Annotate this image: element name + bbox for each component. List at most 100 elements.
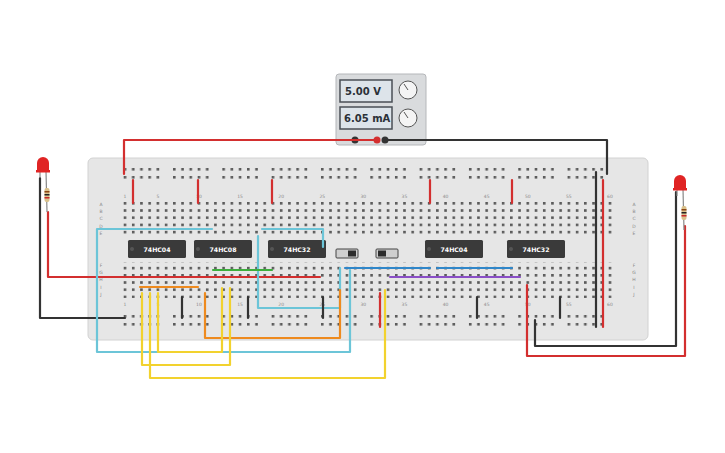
row-letter: J [99, 292, 101, 297]
row-letter: H [99, 277, 102, 282]
resistor-icon[interactable] [682, 206, 687, 220]
row-letter: I [633, 285, 634, 290]
wire[interactable] [429, 180, 431, 203]
column-number: 35 [402, 194, 408, 199]
row-letter: C [99, 216, 102, 221]
current-reading: 6.05 mA [344, 113, 391, 124]
slide-switch[interactable] [336, 249, 358, 258]
column-number: 40 [443, 194, 449, 199]
current-knob-icon[interactable] [399, 109, 417, 127]
wire[interactable] [271, 180, 273, 203]
wire[interactable] [535, 192, 676, 346]
logic-chip[interactable]: 74HC04 [128, 240, 186, 258]
column-number: 55 [566, 194, 572, 199]
column-number: 60 [607, 194, 613, 199]
column-number: 30 [361, 302, 367, 307]
resistor-icon[interactable] [45, 188, 50, 202]
row-letter: B [632, 209, 635, 214]
row-letter: G [99, 270, 103, 275]
column-number: 1 [124, 194, 127, 199]
logic-chip[interactable]: 74HC08 [194, 240, 252, 258]
voltage-reading: 5.00 V [345, 86, 381, 97]
row-letter: A [632, 202, 636, 207]
wire[interactable] [48, 212, 320, 277]
wire[interactable] [437, 267, 512, 269]
wire[interactable] [345, 267, 430, 269]
wire[interactable] [205, 290, 340, 338]
row-letter: E [633, 231, 636, 236]
column-number: 50 [525, 194, 531, 199]
column-number: 1 [124, 302, 127, 307]
chip-label: 74HC32 [523, 246, 550, 253]
column-number: 20 [278, 302, 284, 307]
top-hole-grid [121, 201, 615, 237]
switch-slider[interactable] [378, 251, 386, 257]
column-number: 25 [319, 194, 325, 199]
wire[interactable] [559, 297, 561, 318]
bottom-rail-holes [121, 315, 615, 326]
wire[interactable] [158, 288, 222, 352]
slide-switch[interactable] [376, 249, 398, 258]
wire[interactable] [140, 286, 198, 288]
column-number: 45 [484, 302, 490, 307]
row-letter: J [632, 292, 634, 297]
column-number: 15 [237, 194, 243, 199]
wire[interactable] [247, 297, 249, 318]
column-number: 60 [607, 302, 613, 307]
logic-chip[interactable]: 74HC32 [268, 240, 326, 258]
column-number: 30 [361, 194, 367, 199]
row-letter: E [100, 231, 103, 236]
led[interactable] [36, 157, 50, 212]
wire[interactable] [150, 290, 385, 378]
wire[interactable] [40, 178, 125, 318]
wire[interactable] [322, 297, 324, 318]
wire[interactable] [527, 226, 685, 356]
chip-label: 74HC04 [441, 246, 469, 253]
wire[interactable] [97, 229, 350, 352]
wire[interactable] [385, 140, 607, 174]
row-letter: B [99, 209, 102, 214]
current-display [340, 107, 392, 129]
column-number: 15 [237, 302, 243, 307]
row-letter: H [632, 277, 635, 282]
power-supply[interactable]: 5.00 V 6.05 mA [336, 74, 426, 145]
wire[interactable] [262, 229, 323, 247]
voltage-display [340, 80, 392, 102]
column-number: 5 [156, 194, 159, 199]
logic-chip[interactable]: 74HC32 [507, 240, 565, 258]
led-dome-icon[interactable] [37, 157, 49, 171]
wire[interactable] [379, 293, 381, 327]
wire[interactable] [181, 297, 183, 318]
logic-chip[interactable]: 74HC04 [425, 240, 483, 258]
column-number: 20 [278, 194, 284, 199]
wire[interactable] [595, 172, 597, 327]
bottom-hole-grid [121, 262, 615, 298]
breadboard: 1510152025303540455055601510152025303540… [88, 158, 648, 340]
row-letter: G [632, 270, 636, 275]
column-number: 55 [566, 302, 572, 307]
wire[interactable] [124, 140, 376, 174]
wire[interactable] [602, 180, 604, 327]
chip-label: 74HC04 [144, 246, 172, 253]
wire[interactable] [390, 276, 520, 278]
circuit-diagram: 5.00 V6.05 mA151015202530354045505560151… [0, 0, 725, 453]
wire[interactable] [132, 180, 134, 203]
row-letter: F [633, 263, 636, 268]
wire[interactable] [142, 288, 230, 365]
wire[interactable] [511, 180, 513, 203]
row-letter: A [99, 202, 103, 207]
column-number: 35 [402, 302, 408, 307]
column-number: 45 [484, 194, 490, 199]
chip-label: 74HC08 [210, 246, 237, 253]
switch-slider[interactable] [348, 251, 356, 257]
led-dome-icon[interactable] [674, 175, 686, 189]
row-letter: D [99, 224, 103, 229]
wire[interactable] [258, 236, 340, 308]
voltage-knob-icon[interactable] [399, 81, 417, 99]
wire[interactable] [476, 297, 478, 318]
row-letter: I [100, 285, 101, 290]
wire[interactable] [197, 180, 199, 203]
led[interactable] [673, 175, 687, 230]
column-number: 10 [196, 302, 202, 307]
wire[interactable] [213, 269, 272, 271]
